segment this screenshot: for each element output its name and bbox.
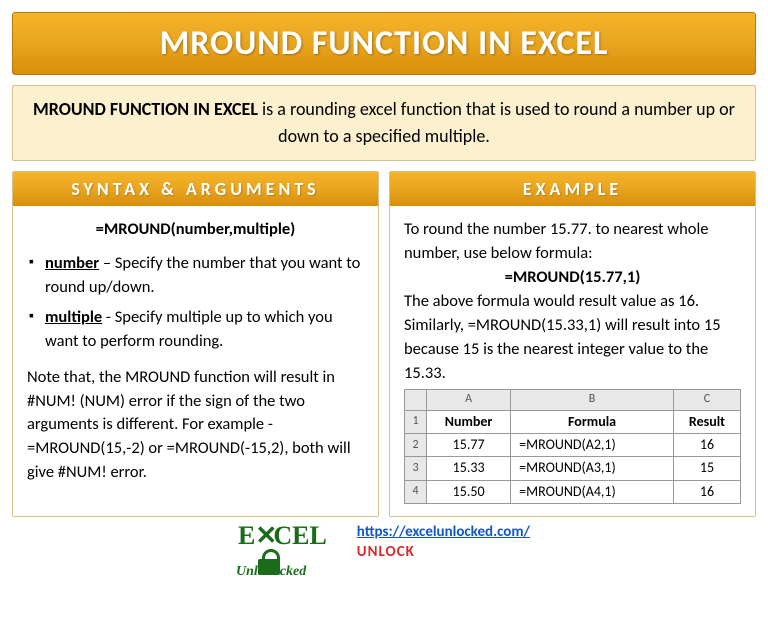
syntax-body: =MROUND(number,multiple) number – Specif…: [13, 206, 378, 516]
footer: E✕CEL Unlcked https://excelunlocked.com/…: [12, 523, 756, 581]
syntax-note: Note that, the MROUND function will resu…: [27, 366, 364, 486]
row-num: 2: [405, 434, 427, 457]
hdr-result: Result: [673, 410, 740, 433]
hdr-formula: Formula: [511, 410, 674, 433]
hdr-number: Number: [427, 410, 511, 433]
row-num: 1: [405, 410, 427, 433]
cell-number: 15.33: [427, 457, 511, 480]
cell-number: 15.77: [427, 434, 511, 457]
page-title-bar: MROUND FUNCTION IN EXCEL: [12, 12, 756, 75]
table-row: 3 15.33 =MROUND(A3,1) 15: [405, 457, 741, 480]
unlock-tag: UNLOCK: [357, 543, 530, 561]
example-header: EXAMPLE: [390, 172, 755, 206]
row-num: 4: [405, 480, 427, 503]
table-grid-header: A B C: [405, 390, 741, 410]
example-p1: To round the number 15.77. to nearest wh…: [404, 218, 741, 266]
table-header-row: 1 Number Formula Result: [405, 410, 741, 433]
syntax-header: SYNTAX & ARGUMENTS: [13, 172, 378, 206]
argument-list: number – Specify the number that you wan…: [27, 252, 364, 354]
table-row: 4 15.50 =MROUND(A4,1) 16: [405, 480, 741, 503]
col-b: B: [511, 390, 674, 410]
cell-formula: =MROUND(A4,1): [511, 480, 674, 503]
cell-formula: =MROUND(A3,1): [511, 457, 674, 480]
intro-box: MROUND FUNCTION IN EXCEL is a rounding e…: [12, 85, 756, 161]
cell-formula: =MROUND(A2,1): [511, 434, 674, 457]
corner-cell: [405, 390, 427, 410]
lock-icon: [258, 549, 280, 575]
arg-multiple: multiple - Specify multiple up to which …: [27, 306, 364, 354]
cell-number: 15.50: [427, 480, 511, 503]
syntax-formula: =MROUND(number,multiple): [27, 218, 364, 242]
columns: SYNTAX & ARGUMENTS =MROUND(number,multip…: [12, 171, 756, 517]
arg-name: number: [45, 253, 99, 273]
logo-sub: Unlcked: [236, 549, 327, 579]
cell-result: 16: [673, 480, 740, 503]
row-num: 3: [405, 457, 427, 480]
col-a: A: [427, 390, 511, 410]
col-c: C: [673, 390, 740, 410]
table-row: 2 15.77 =MROUND(A2,1) 16: [405, 434, 741, 457]
logo-main: E✕CEL: [238, 523, 327, 549]
syntax-column: SYNTAX & ARGUMENTS =MROUND(number,multip…: [12, 171, 379, 517]
cell-result: 15: [673, 457, 740, 480]
example-p2: The above formula would result value as …: [404, 290, 741, 314]
intro-bold: MROUND FUNCTION IN EXCEL: [33, 98, 258, 120]
example-column: EXAMPLE To round the number 15.77. to ne…: [389, 171, 756, 517]
footer-links: https://excelunlocked.com/ UNLOCK: [357, 523, 530, 561]
page-title: MROUND FUNCTION IN EXCEL: [13, 23, 755, 64]
logo: E✕CEL Unlcked: [238, 523, 327, 581]
intro-text: is a rounding excel function that is use…: [258, 98, 735, 147]
example-body: To round the number 15.77. to nearest wh…: [390, 206, 755, 516]
arg-number: number – Specify the number that you wan…: [27, 252, 364, 300]
example-p3: Similarly, =MROUND(15.33,1) will result …: [404, 314, 741, 386]
site-link[interactable]: https://excelunlocked.com/: [357, 523, 530, 541]
example-formula: =MROUND(15.77,1): [404, 266, 741, 290]
arg-name: multiple: [45, 307, 102, 327]
cell-result: 16: [673, 434, 740, 457]
example-table: A B C 1 Number Formula Result 2 15.77 =M…: [404, 389, 741, 504]
